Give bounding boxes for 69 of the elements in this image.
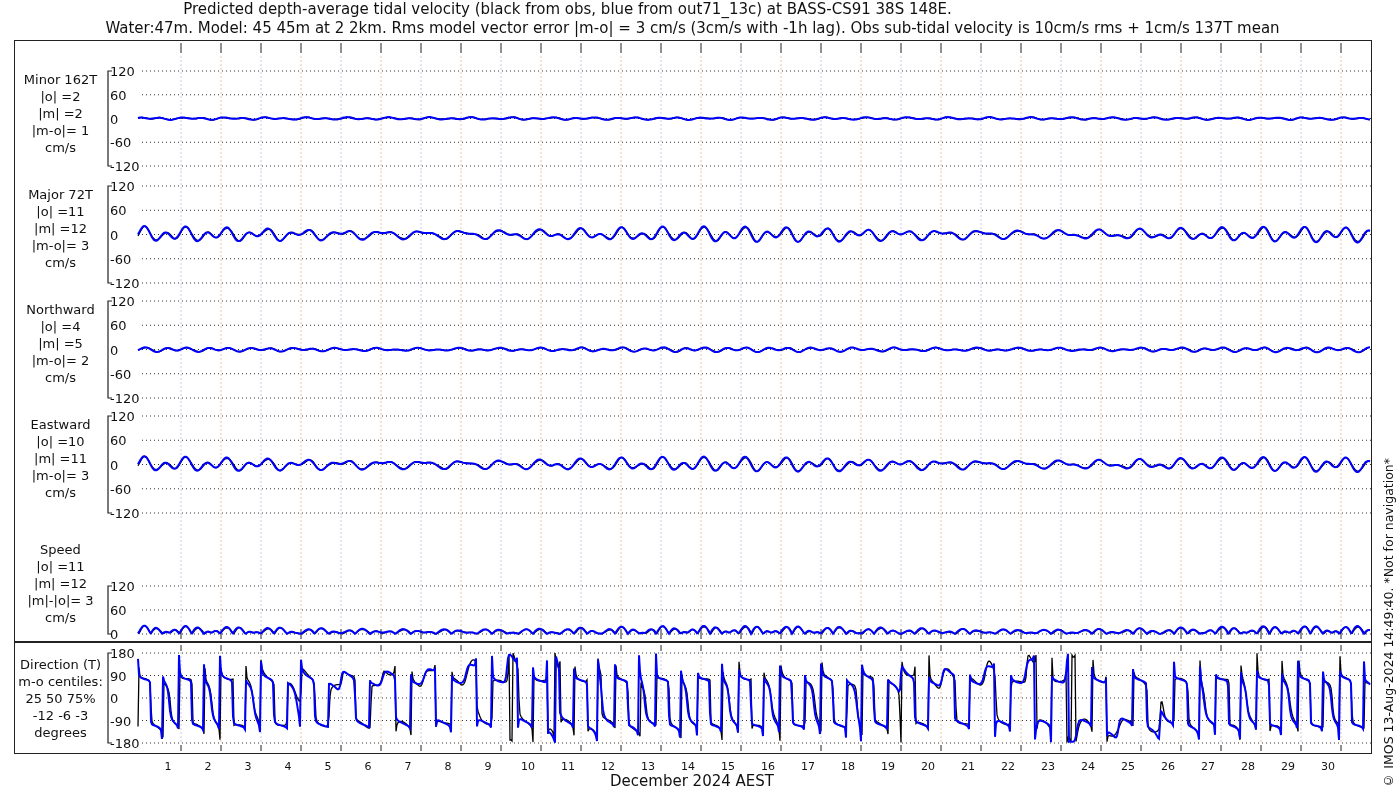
axis-tick-label: -120 — [110, 391, 140, 406]
day-label: 1 — [164, 760, 172, 773]
axis-tick-label: -120 — [110, 506, 140, 521]
panel-label: Direction (T) m-o centiles: 25 50 75% -12 -6 -3 degrees — [17, 655, 104, 742]
day-label: 20 — [921, 760, 935, 773]
axis-tick-label: 180 — [110, 646, 135, 661]
day-label: 5 — [324, 760, 332, 773]
axis-tick-label: 60 — [110, 318, 127, 334]
axis-tick-label: 0 — [110, 342, 119, 358]
day-label: 7 — [404, 760, 412, 773]
day-label: 3 — [244, 760, 252, 773]
chart-title: Predicted depth-average tidal velocity (black from obs, blue from out71_13c) at BASS-CS91 38S 148E. — [183, 0, 952, 18]
day-label: 22 — [1001, 760, 1015, 773]
day-label: 26 — [1161, 760, 1175, 773]
day-label: 27 — [1201, 760, 1215, 773]
axis-tick-label: -60 — [110, 251, 132, 267]
day-label: 19 — [881, 760, 895, 773]
panel-label: Northward |o| =4 |m| =5 |m-o|= 2 cm/s — [25, 301, 96, 387]
axis-tick-label: 60 — [110, 203, 127, 219]
day-label: 10 — [521, 760, 535, 773]
axis-tick-label: -180 — [110, 736, 140, 751]
axis-tick-label: 60 — [110, 603, 127, 618]
day-label: 12 — [601, 760, 615, 773]
panel-label: Major 72T |o| =11 |m| =12 |m-o|= 3 cm/s — [27, 186, 94, 272]
day-label: 18 — [841, 760, 855, 773]
panel-label: Eastward |o| =10 |m| =11 |m-o|= 3 cm/s — [29, 416, 92, 502]
axis-tick-label: -90 — [110, 713, 132, 729]
day-label: 14 — [681, 760, 695, 773]
day-label: 24 — [1081, 760, 1095, 773]
day-label: 16 — [761, 760, 775, 773]
y-axis-line — [107, 585, 113, 635]
axis-tick-label: 60 — [110, 87, 127, 103]
day-label: 6 — [364, 760, 372, 773]
day-label: 29 — [1281, 760, 1295, 773]
day-label: 17 — [801, 760, 815, 773]
axis-tick-label: 120 — [110, 409, 135, 424]
day-label: 11 — [561, 760, 575, 773]
axis-tick-label: 120 — [110, 294, 135, 309]
day-label: 9 — [484, 760, 492, 773]
axis-tick-label: 0 — [110, 691, 119, 706]
day-label: 4 — [284, 760, 292, 773]
panel-label: Speed |o| =11 |m| =12 |m|-|o|= 3 cm/s — [26, 541, 95, 626]
day-label: 15 — [721, 760, 735, 773]
axis-tick-label: 60 — [110, 433, 127, 449]
day-label: 28 — [1241, 760, 1255, 773]
day-label: 2 — [204, 760, 212, 773]
day-label: 23 — [1041, 760, 1055, 773]
day-label: 30 — [1321, 760, 1335, 773]
axis-tick-label: 120 — [110, 64, 135, 79]
axis-tick-label: 0 — [110, 457, 119, 473]
axis-tick-label: 120 — [110, 179, 135, 194]
copyright-note: © IMOS 13-Aug-2024 14:49:40. *Not for navigation* — [1381, 458, 1396, 788]
axis-tick-label: 90 — [110, 668, 127, 684]
axis-tick-label: 0 — [110, 627, 119, 642]
day-label: 13 — [641, 760, 655, 773]
chart-title: Water:47m. Model: 45 45m at 2 2km. Rms model vector error |m-o| = 3 cm/s (3cm/s with -1h lag). Obs sub-tidal velocity is 10cm/s rms + 1cm/s 137T mean — [105, 19, 1280, 37]
axis-tick-label: 0 — [110, 227, 119, 243]
day-label: 8 — [444, 760, 452, 773]
axis-tick-label: 0 — [110, 111, 119, 127]
axis-tick-label: 120 — [110, 579, 135, 594]
day-label: 21 — [961, 760, 975, 773]
axis-tick-label: -120 — [110, 159, 140, 174]
axis-title: December 2024 AEST — [610, 772, 774, 790]
axis-tick-label: -60 — [110, 135, 132, 151]
day-label: 25 — [1121, 760, 1135, 773]
axis-tick-label: -60 — [110, 481, 132, 497]
panel-label: Minor 162T |o| =2 |m| =2 |m-o|= 1 cm/s — [22, 71, 99, 157]
axis-tick-label: -120 — [110, 276, 140, 291]
axis-tick-label: -60 — [110, 366, 132, 382]
